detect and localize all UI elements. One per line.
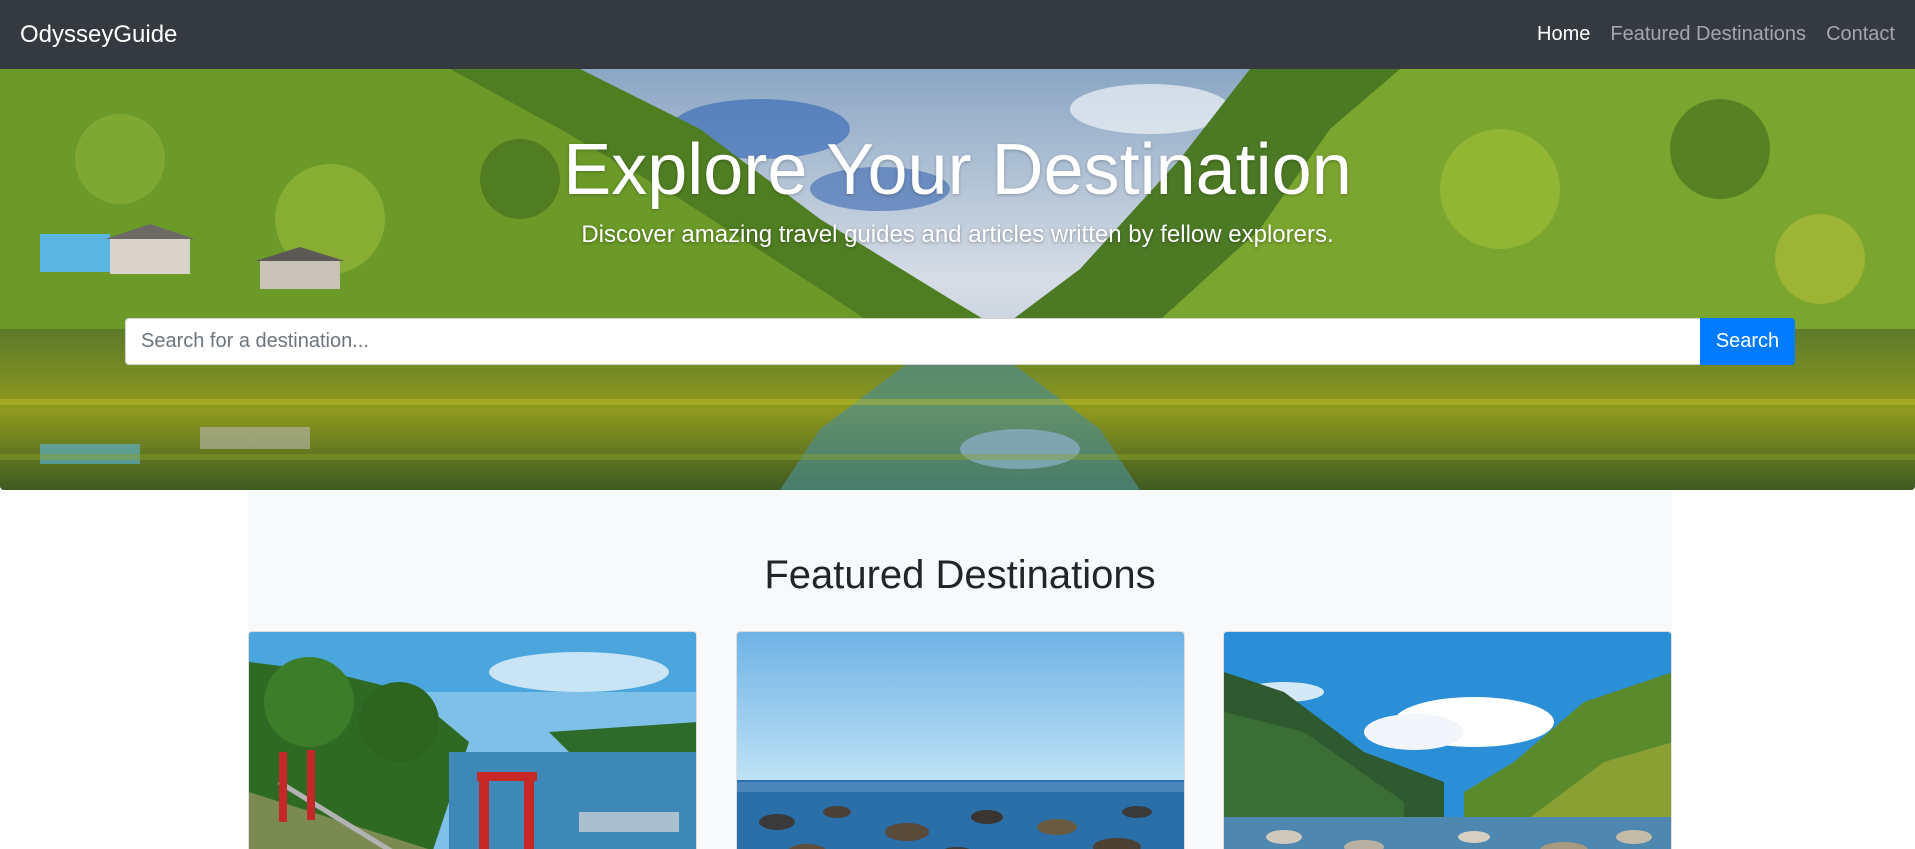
destination-card[interactable] bbox=[248, 631, 697, 849]
hero-title: Explore Your Destination bbox=[563, 130, 1352, 210]
featured-destinations-title: Featured Destinations bbox=[764, 553, 1156, 597]
hero-section: Explore Your Destination Discover amazin… bbox=[0, 69, 1915, 490]
nav-links: Home Featured Destinations Contact bbox=[1537, 23, 1895, 46]
destination-image-sea-rocks bbox=[737, 632, 1184, 849]
featured-destinations-section: Featured Destinations bbox=[248, 490, 1672, 849]
destination-card[interactable] bbox=[1223, 631, 1672, 849]
search-input[interactable] bbox=[125, 318, 1700, 365]
search-bar: Search bbox=[125, 318, 1795, 365]
nav-link-contact[interactable]: Contact bbox=[1826, 23, 1895, 46]
destination-image-lake-bridge bbox=[249, 632, 696, 849]
destination-image-mountain-river bbox=[1224, 632, 1671, 849]
nav-link-featured-destinations[interactable]: Featured Destinations bbox=[1610, 23, 1806, 46]
brand-logo[interactable]: OdysseyGuide bbox=[20, 21, 177, 49]
nav-link-home[interactable]: Home bbox=[1537, 23, 1590, 46]
navbar: OdysseyGuide Home Featured Destinations … bbox=[0, 0, 1915, 69]
search-button[interactable]: Search bbox=[1700, 318, 1795, 365]
hero-subtitle: Discover amazing travel guides and artic… bbox=[581, 221, 1334, 248]
destination-card[interactable] bbox=[736, 631, 1185, 849]
